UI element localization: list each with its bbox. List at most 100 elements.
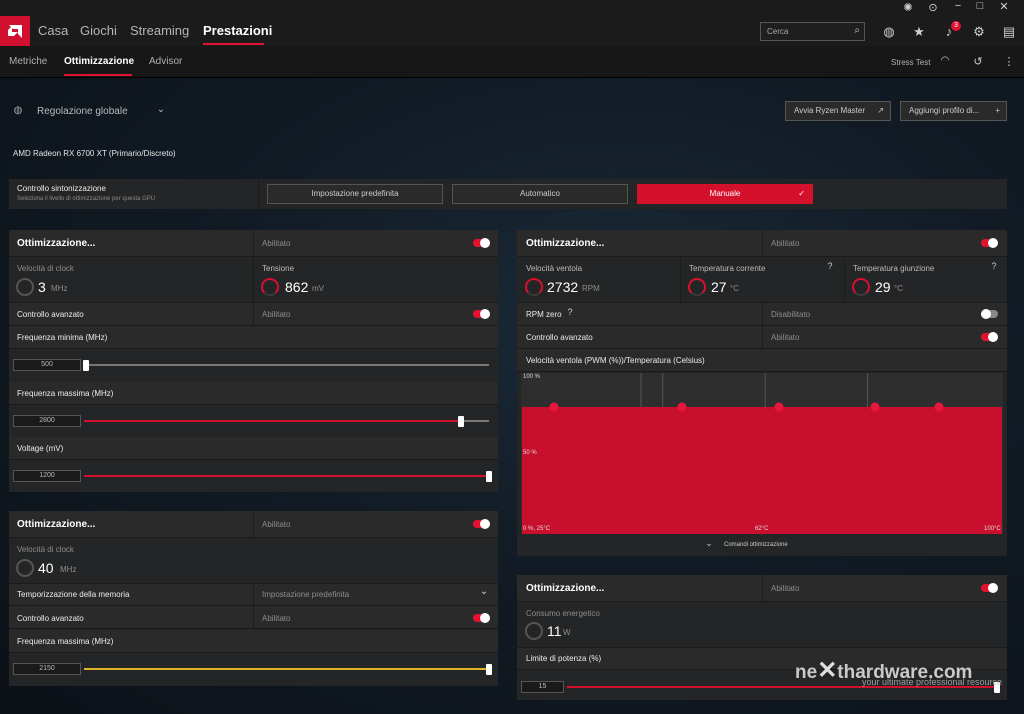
fan-speed-label: Velocità ventola <box>526 264 583 273</box>
max-freq-input[interactable]: 2800 <box>13 415 81 427</box>
zero-rpm-status: Disabilitato <box>771 310 811 319</box>
divider <box>680 257 681 302</box>
fan-curve-chart[interactable] <box>521 373 1003 534</box>
divider <box>258 179 259 209</box>
maximize-icon[interactable]: □ <box>972 0 988 12</box>
min-freq-slider-handle[interactable] <box>83 360 89 371</box>
gpu-panel-title: Ottimizzazione... <box>17 238 96 249</box>
bug-report-icon[interactable]: ✺ <box>900 1 916 14</box>
amd-logo-icon <box>8 25 22 38</box>
gpu-tuning-toggle[interactable] <box>473 238 490 248</box>
voltage-slider-handle[interactable] <box>486 471 492 482</box>
fan-tuning-toggle[interactable] <box>981 238 998 248</box>
nav-streaming[interactable]: Streaming <box>130 23 189 38</box>
divider <box>253 511 254 538</box>
vram-advanced-status: Abilitato <box>262 614 291 623</box>
external-link-icon: ↗ <box>877 106 884 115</box>
chevron-down-icon[interactable]: ⌄ <box>701 538 717 549</box>
fan-speed-unit: RPM <box>582 284 600 293</box>
fan-curve-point[interactable] <box>774 402 784 412</box>
nav-casa[interactable]: Casa <box>38 23 68 38</box>
help-icon[interactable]: ⊙ <box>925 1 941 14</box>
voltage-input[interactable]: 1200 <box>13 470 81 482</box>
help-icon[interactable]: ? <box>562 307 578 317</box>
vram-clock-value: 40 <box>38 560 54 576</box>
nav-prestazioni[interactable]: Prestazioni <box>203 23 272 38</box>
divider <box>253 606 254 629</box>
vram-panel-status: Abilitato <box>262 520 291 529</box>
ryzen-master-button[interactable]: Avvia Ryzen Master ↗ <box>785 101 891 121</box>
current-temp-value: 27 <box>711 279 727 295</box>
vram-advanced-toggle[interactable] <box>473 613 490 623</box>
fan-curve-point[interactable] <box>934 402 944 412</box>
power-panel-status: Abilitato <box>771 584 800 593</box>
chevron-down-icon[interactable]: ⌄ <box>476 586 492 597</box>
memory-timing-label: Temporizzazione della memoria <box>17 590 130 599</box>
stress-test-label[interactable]: Stress Test <box>891 58 930 67</box>
vram-clock-unit: MHz <box>60 565 77 574</box>
close-icon[interactable]: ✕ <box>996 0 1012 13</box>
divider <box>844 257 845 302</box>
search-placeholder: Cerca <box>767 27 789 36</box>
nav-giochi[interactable]: Giochi <box>80 23 117 38</box>
star-icon[interactable]: ★ <box>911 24 927 40</box>
plus-icon: + <box>995 106 1000 115</box>
voltage-fill <box>84 475 489 477</box>
gpu-panel-status: Abilitato <box>262 239 291 248</box>
search-input[interactable]: Cerca ⌕ <box>760 22 865 41</box>
current-temp-gauge <box>688 278 706 296</box>
junction-temp-unit: °C <box>894 284 903 293</box>
tuning-auto-button[interactable]: Automatico <box>452 184 628 204</box>
tab-active-indicator <box>64 74 132 76</box>
gpu-clock-label: Velocità di clock <box>17 264 74 273</box>
tuning-controls-toggle[interactable]: Comandi ottimizzazione <box>724 542 788 548</box>
fan-speed-value: 2732 <box>547 279 579 295</box>
power-limit-input[interactable]: 15 <box>521 681 564 693</box>
fan-curve-point[interactable] <box>870 402 880 412</box>
divider <box>762 326 763 349</box>
more-options-icon[interactable]: ⋮ <box>1001 55 1017 68</box>
globe-icon[interactable]: ◍ <box>881 24 897 40</box>
reset-icon[interactable]: ↺ <box>970 55 986 68</box>
tab-ottimizzazione[interactable]: Ottimizzazione <box>64 56 134 67</box>
vram-tuning-toggle[interactable] <box>473 519 490 529</box>
fan-curve-point[interactable] <box>677 402 687 412</box>
divider <box>762 230 763 257</box>
help-icon[interactable]: ? <box>822 261 838 271</box>
ryzen-master-label: Avvia Ryzen Master <box>794 106 865 115</box>
gpu-clock-value: 3 <box>38 279 46 295</box>
gear-icon[interactable]: ⚙ <box>971 24 987 40</box>
vram-max-freq-fill <box>84 668 489 670</box>
minimize-icon[interactable]: − <box>950 0 966 12</box>
power-consumption-value: 11 <box>547 623 562 639</box>
vram-max-freq-input[interactable]: 2150 <box>13 663 81 675</box>
max-freq-slider-handle[interactable] <box>458 416 464 427</box>
zero-rpm-toggle[interactable] <box>981 309 998 319</box>
add-profile-button[interactable]: Aggiungi profilo di... + <box>900 101 1007 121</box>
current-temp-unit: °C <box>730 284 739 293</box>
profile-dropdown[interactable]: Regolazione globale <box>37 106 128 117</box>
power-consumption-gauge <box>525 622 543 640</box>
min-freq-input[interactable]: 500 <box>13 359 81 371</box>
stress-gauge-icon[interactable]: ◠ <box>937 55 953 66</box>
current-temp-label: Temperatura corrente <box>689 264 766 273</box>
power-tuning-toggle[interactable] <box>981 583 998 593</box>
chevron-down-icon[interactable]: ⌄ <box>153 104 169 115</box>
help-icon[interactable]: ? <box>986 261 1002 271</box>
amd-logo[interactable] <box>0 16 30 46</box>
gpu-advanced-toggle[interactable] <box>473 309 490 319</box>
min-freq-track <box>86 364 489 366</box>
power-consumption-unit: W <box>563 628 571 637</box>
tuning-title: Controllo sintonizzazione <box>17 184 106 193</box>
tuning-manual-button[interactable]: Manuale ✓ <box>637 184 813 204</box>
memory-timing-dropdown[interactable]: Impostazione predefinita <box>262 590 349 599</box>
fan-curve-point[interactable] <box>549 402 559 412</box>
sidebar-panel-icon[interactable]: ▤ <box>1001 24 1017 40</box>
tab-advisor[interactable]: Advisor <box>149 56 182 67</box>
tuning-default-button[interactable]: Impostazione predefinita <box>267 184 443 204</box>
tab-metriche[interactable]: Metriche <box>9 56 47 67</box>
divider <box>762 302 763 326</box>
fan-advanced-toggle[interactable] <box>981 332 998 342</box>
gpu-clock-unit: MHz <box>51 284 68 293</box>
vram-max-freq-slider-handle[interactable] <box>486 664 492 675</box>
